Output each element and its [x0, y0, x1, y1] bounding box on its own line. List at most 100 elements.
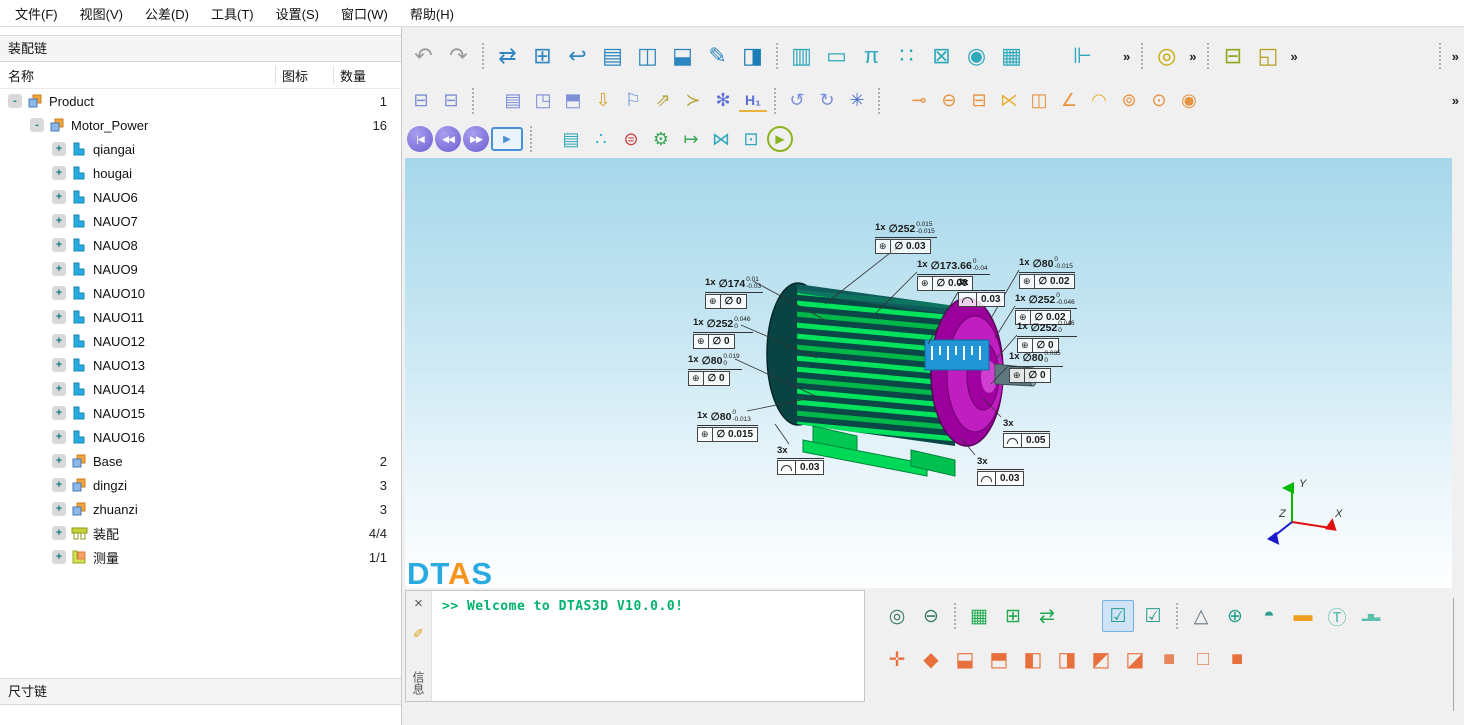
expand-icon[interactable]: +	[52, 454, 66, 468]
two-point-distance-button[interactable]: ⇗	[649, 87, 677, 115]
feature-bolt-circle-button[interactable]: ◉	[960, 40, 993, 73]
feature-point-pattern-button[interactable]: ∷	[890, 40, 923, 73]
tree-row-zhuanzi[interactable]: +zhuanzi3	[0, 497, 401, 521]
tree-row-qiangai[interactable]: +qiangai	[0, 137, 401, 161]
angle-tolerance-button[interactable]: ∠	[1055, 87, 1083, 115]
menu-tolerance[interactable]: 公差(D)	[134, 4, 200, 23]
view-right-button[interactable]: ◨	[1052, 644, 1082, 674]
polyline-measure-button[interactable]: ≻	[679, 87, 707, 115]
collapse-icon[interactable]: -	[8, 94, 22, 108]
tree-item-label[interactable]: hougai	[93, 166, 132, 181]
section-view-button[interactable]: ⊜	[617, 125, 645, 153]
tree-item-label[interactable]: dingzi	[93, 478, 127, 493]
overflow-chevron[interactable]: »	[1285, 49, 1302, 64]
tree-item-label[interactable]: Product	[49, 94, 94, 109]
export-model-button[interactable]: ↦	[677, 125, 705, 153]
drawing-tools-button[interactable]: ⚙	[647, 125, 675, 153]
report-document-button[interactable]: ▤	[596, 40, 629, 73]
tree-item-label[interactable]: Motor_Power	[71, 118, 148, 133]
tree-item-label[interactable]: NAUO9	[93, 262, 138, 277]
assembly-sequence-button[interactable]: ▤	[499, 87, 527, 115]
expand-icon[interactable]: +	[52, 502, 66, 516]
tree-row-NAUO7[interactable]: +NAUO7	[0, 209, 401, 233]
tree-item-label[interactable]: 测量	[93, 548, 119, 567]
expand-icon[interactable]: +	[52, 406, 66, 420]
tree-row-Motor_Power[interactable]: -Motor_Power16	[0, 113, 401, 137]
hide-selected-button[interactable]: ⊖	[916, 601, 946, 631]
fast-forward-button[interactable]: ▶▶	[463, 126, 489, 152]
tree-row-NAUO16[interactable]: + NAUO16	[0, 425, 401, 449]
spec-report-button[interactable]: ▤	[557, 125, 585, 153]
expand-icon[interactable]: +	[52, 286, 66, 300]
dimension-chain-title[interactable]: 尺寸链	[0, 678, 401, 705]
explode-star-button[interactable]: ✳	[843, 87, 871, 115]
rotate-cylinder-cw-button[interactable]: ↻	[813, 87, 841, 115]
diameter-tolerance-button[interactable]: ⊖	[935, 87, 963, 115]
console-clear-icon[interactable]: ✐	[413, 626, 424, 642]
tree-item-label[interactable]: NAUO13	[93, 358, 145, 373]
tree-item-label[interactable]: qiangai	[93, 142, 135, 157]
datum-frame-button[interactable]: ⋉	[995, 87, 1023, 115]
part-cube-button[interactable]: ⬒	[559, 87, 587, 115]
statistics-document-button[interactable]: ◫	[631, 40, 664, 73]
menu-help[interactable]: 帮助(H)	[399, 4, 465, 23]
measure-point-button[interactable]: ⚐	[619, 87, 647, 115]
primitive-shapes-button[interactable]: △	[1186, 601, 1216, 631]
expand-icon[interactable]: +	[52, 190, 66, 204]
menu-settings[interactable]: 设置(S)	[265, 4, 330, 23]
distance-tolerance-button[interactable]: ⊟	[965, 87, 993, 115]
tree-item-label[interactable]: NAUO6	[93, 190, 138, 205]
export-document-button[interactable]: ◨	[736, 40, 769, 73]
assembly-operation-button[interactable]: ⊟	[1216, 40, 1249, 73]
expand-icon[interactable]: +	[52, 358, 66, 372]
expand-icon[interactable]: +	[52, 166, 66, 180]
display-solid-button[interactable]: ■	[1154, 644, 1184, 674]
run-simulation-button[interactable]: ▶	[767, 126, 793, 152]
simulation-player-button[interactable]: ▶	[491, 127, 523, 151]
feature-pins-button[interactable]: π	[855, 40, 888, 73]
tree-item-label[interactable]: NAUO16	[93, 430, 145, 445]
tree-item-label[interactable]: Base	[93, 454, 123, 469]
overflow-chevron[interactable]: »	[1447, 93, 1464, 108]
tree-row-NAUO13[interactable]: + NAUO13	[0, 353, 401, 377]
view-left-button[interactable]: ◧	[1018, 644, 1048, 674]
pan-view-button[interactable]: ✛	[882, 644, 912, 674]
tree-item-label[interactable]: NAUO12	[93, 334, 145, 349]
tree-item-label[interactable]: NAUO15	[93, 406, 145, 421]
mirror-view-button[interactable]: ⋈	[707, 125, 735, 153]
tree-row-NAUO8[interactable]: +NAUO8	[0, 233, 401, 257]
concentricity-tolerance-button[interactable]: ⊚	[1115, 87, 1143, 115]
tree-item-label[interactable]: NAUO11	[93, 310, 144, 325]
rewind-button[interactable]: ◀◀	[435, 126, 461, 152]
datum-target-button[interactable]: ◎	[1150, 40, 1183, 73]
show-selected-button[interactable]: ◎	[882, 601, 912, 631]
menu-window[interactable]: 窗口(W)	[330, 4, 399, 23]
tree-row-Base[interactable]: +Base2	[0, 449, 401, 473]
dof-network-button[interactable]: ✻	[709, 87, 737, 115]
locate-shapes-button[interactable]: ⊕	[1220, 601, 1250, 631]
expand-icon[interactable]: +	[52, 382, 66, 396]
grid-outline-button[interactable]: ⊞	[998, 601, 1028, 631]
column-icon[interactable]: 图标	[275, 66, 333, 85]
tree-row-NAUO6[interactable]: + NAUO6	[0, 185, 401, 209]
overflow-chevron[interactable]: »	[1184, 49, 1201, 64]
tolerance-vector-button[interactable]: ⊸	[905, 87, 933, 115]
expand-icon[interactable]: +	[52, 478, 66, 492]
menu-tools[interactable]: 工具(T)	[200, 4, 265, 23]
tree-item-label[interactable]: NAUO7	[93, 214, 138, 229]
column-qty[interactable]: 数量	[333, 66, 401, 85]
menu-file[interactable]: 文件(F)	[4, 4, 69, 23]
expand-icon[interactable]: +	[52, 430, 66, 444]
explode-view-button[interactable]: ∴	[587, 125, 615, 153]
expand-icon[interactable]: +	[52, 334, 66, 348]
tree-row-hougai[interactable]: + hougai	[0, 161, 401, 185]
tree-item-label[interactable]: NAUO10	[93, 286, 145, 301]
view-top-button[interactable]: ⬒	[984, 644, 1014, 674]
verify-panel-button[interactable]: ☑	[1138, 601, 1168, 631]
feature-slot-plane-button[interactable]: ▥	[785, 40, 818, 73]
statistics-chart-button[interactable]: ▂▆▃	[1356, 601, 1386, 631]
tree-item-label[interactable]: NAUO8	[93, 238, 138, 253]
tree-row-NAUO9[interactable]: +NAUO9	[0, 257, 401, 281]
display-wireframe-button[interactable]: □	[1188, 644, 1218, 674]
tree-row-NAUO14[interactable]: +NAUO14	[0, 377, 401, 401]
